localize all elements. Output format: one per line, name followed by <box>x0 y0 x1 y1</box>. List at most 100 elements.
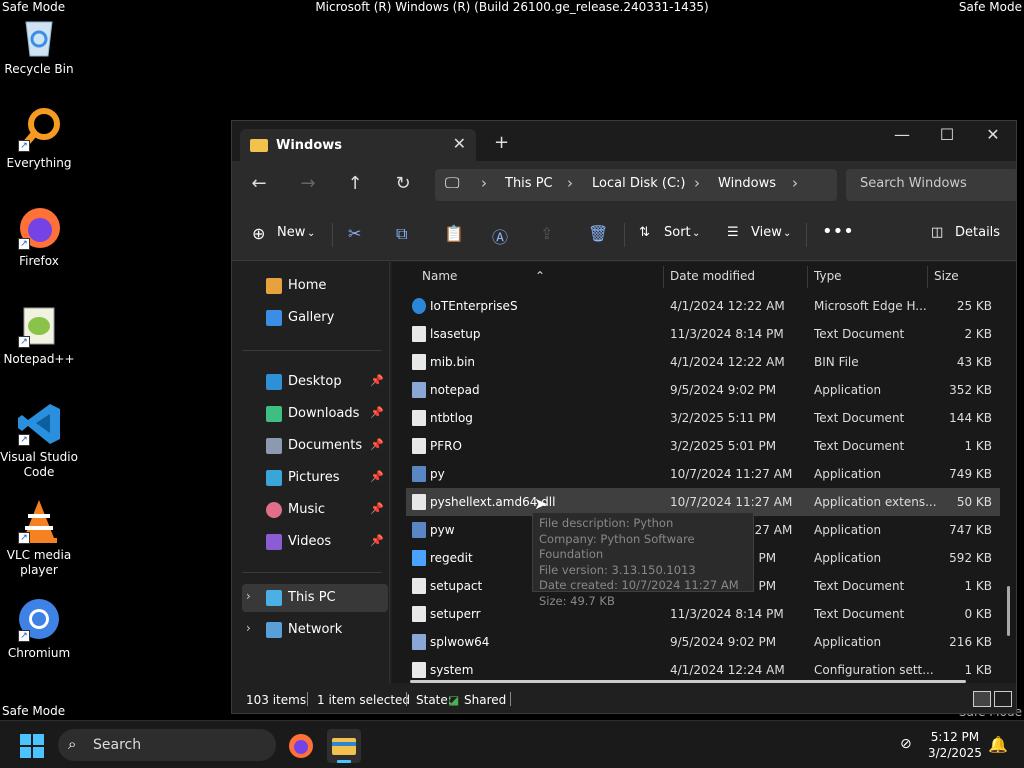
column-name[interactable]: Name <box>422 269 457 283</box>
chevron-right-icon: › <box>481 174 487 192</box>
sidebar-item-desktop[interactable]: Desktop 📌 <box>242 368 388 396</box>
chevron-right-icon[interactable]: › <box>246 589 251 603</box>
search-input[interactable]: Search Windows <box>846 169 1016 201</box>
desktop-icon-vlc[interactable]: ↗ VLC media player <box>0 498 78 578</box>
desktop-icon-label: Recycle Bin <box>4 62 74 76</box>
table-row[interactable]: py 10/7/2024 11:27 AM Application 749 KB <box>406 460 1000 488</box>
sidebar-item-label: Documents <box>288 438 363 453</box>
forward-button[interactable]: → <box>296 173 320 194</box>
close-window-button[interactable]: ✕ <box>978 125 1008 144</box>
start-button[interactable] <box>20 734 44 758</box>
pin-icon[interactable]: 📌 <box>370 406 384 419</box>
file-size: 352 KB <box>949 383 992 397</box>
pin-icon[interactable]: 📌 <box>370 470 384 483</box>
pin-icon[interactable]: 📌 <box>370 374 384 387</box>
paste-icon[interactable]: 📋 <box>444 224 464 243</box>
address-bar[interactable]: 🖵 › This PC › Local Disk (C:) › Windows … <box>435 169 837 201</box>
desktop-icon-firefox[interactable]: ↗ Firefox <box>0 204 78 269</box>
sidebar-item-videos[interactable]: Videos 📌 <box>242 528 388 556</box>
vertical-scrollbar[interactable] <box>1007 586 1010 636</box>
sidebar-item-network[interactable]: › Network <box>242 616 388 644</box>
file-name: regedit <box>430 551 473 565</box>
os-build-title: Microsoft (R) Windows (R) (Build 26100.g… <box>315 0 709 14</box>
sidebar-item-home[interactable]: Home <box>242 272 388 300</box>
cut-icon[interactable]: ✂ <box>348 224 361 243</box>
table-row[interactable]: splwow64 9/5/2024 9:02 PM Application 216 K… <box>406 628 1000 656</box>
up-button[interactable]: ↑ <box>343 173 367 194</box>
state-value: Shared <box>464 693 507 707</box>
breadcrumb-local-disk[interactable]: Local Disk (C:) <box>592 176 685 191</box>
sidebar-item-documents[interactable]: Documents 📌 <box>242 432 388 460</box>
table-row[interactable]: notepad 9/5/2024 9:02 PM Application 352 KB <box>406 376 1000 404</box>
file-type: Text Document <box>814 327 905 341</box>
tiles-view-button[interactable] <box>994 691 1012 707</box>
view-button[interactable]: View <box>751 225 782 240</box>
refresh-button[interactable]: ↻ <box>391 173 415 194</box>
file-name: setuperr <box>430 607 481 621</box>
delete-icon[interactable]: 🗑 <box>588 224 608 243</box>
sidebar-item-music[interactable]: Music 📌 <box>242 496 388 524</box>
new-tab-button[interactable]: + <box>494 132 509 153</box>
column-divider[interactable] <box>927 266 928 288</box>
sidebar-item-label: Home <box>288 278 327 293</box>
column-divider[interactable] <box>663 266 664 288</box>
column-date[interactable]: Date modified <box>670 269 755 283</box>
details-view-button[interactable] <box>973 691 991 707</box>
copy-icon[interactable]: ⧉ <box>396 224 407 244</box>
chevron-right-icon[interactable]: › <box>792 174 798 192</box>
table-row[interactable]: IoTEnterpriseS 4/1/2024 12:22 AM Microsoft… <box>406 292 1000 320</box>
table-row[interactable]: PFRO 3/2/2025 5:01 PM Text Document 1 KB <box>406 432 1000 460</box>
pin-icon[interactable]: 📌 <box>370 438 384 451</box>
breadcrumb-windows[interactable]: Windows <box>718 176 776 191</box>
column-size[interactable]: Size <box>934 269 959 283</box>
sidebar-item-gallery[interactable]: Gallery <box>242 304 388 332</box>
vlc-icon: ↗ <box>16 498 62 544</box>
desktop-icon <box>266 374 282 390</box>
table-row[interactable]: ntbtlog 3/2/2025 5:11 PM Text Document 144 … <box>406 404 1000 432</box>
file-date: 10/7/2024 11:27 AM <box>670 495 793 509</box>
network-status-icon[interactable]: ⊘ <box>900 736 912 752</box>
breadcrumb-this-pc[interactable]: This PC <box>505 176 553 191</box>
more-options-icon[interactable]: ••• <box>822 221 854 242</box>
file-type: Application extens... <box>814 495 937 509</box>
file-type: Application <box>814 467 882 481</box>
column-type[interactable]: Type <box>814 269 842 283</box>
pin-icon[interactable]: 📌 <box>370 502 384 515</box>
taskbar-search[interactable]: ⌕ Search <box>58 729 276 761</box>
taskbar-firefox[interactable] <box>284 729 318 763</box>
sidebar-item-pictures[interactable]: Pictures 📌 <box>242 464 388 492</box>
plus-icon[interactable]: ⊕ <box>252 224 265 243</box>
back-button[interactable]: ← <box>247 173 271 194</box>
mouse-cursor-icon: ➤ <box>534 494 548 513</box>
sidebar-item-downloads[interactable]: Downloads 📌 <box>242 400 388 428</box>
chevron-right-icon[interactable]: › <box>246 621 251 635</box>
shortcut-arrow-icon: ↗ <box>18 238 30 250</box>
table-row[interactable]: mib.bin 4/1/2024 12:22 AM BIN File 43 KB <box>406 348 1000 376</box>
details-button[interactable]: Details <box>955 225 1000 240</box>
file-date: 4/1/2024 12:24 AM <box>670 663 785 677</box>
desktop-icon-vscode[interactable]: ↗ Visual Studio Code <box>0 400 78 480</box>
maximize-button[interactable]: ☐ <box>932 125 962 144</box>
taskbar-file-explorer[interactable] <box>327 729 361 763</box>
new-button[interactable]: New <box>277 225 305 240</box>
notification-bell-icon[interactable]: 🔔 <box>988 735 1008 754</box>
table-row[interactable]: lsasetup 11/3/2024 8:14 PM Text Document 2 … <box>406 320 1000 348</box>
column-divider[interactable] <box>807 266 808 288</box>
share-icon[interactable]: ⇪ <box>540 224 553 243</box>
pin-icon[interactable]: 📌 <box>370 534 384 547</box>
desktop-icon-recycle-bin[interactable]: Recycle Bin <box>0 12 78 77</box>
minimize-button[interactable]: — <box>887 125 917 144</box>
desktop-icon-chromium[interactable]: ↗ Chromium <box>0 596 78 661</box>
desktop-icon-notepadpp[interactable]: ↗ Notepad++ <box>0 302 78 367</box>
desktop-icon-everything[interactable]: ↗ Everything <box>0 106 78 171</box>
doc-file-icon <box>412 606 426 622</box>
toolbar-divider <box>806 223 807 247</box>
tab-windows[interactable]: Windows ✕ <box>240 129 476 161</box>
system-clock[interactable]: 5:12 PM 3/2/2025 <box>928 729 982 761</box>
notepadpp-icon: ↗ <box>16 302 62 348</box>
sidebar-item-this-pc[interactable]: › This PC <box>242 584 388 612</box>
close-tab-icon[interactable]: ✕ <box>453 134 466 153</box>
rename-icon[interactable]: Ⓐ <box>492 224 508 248</box>
shortcut-arrow-icon: ↗ <box>18 532 30 544</box>
sort-button[interactable]: Sort <box>664 225 691 240</box>
